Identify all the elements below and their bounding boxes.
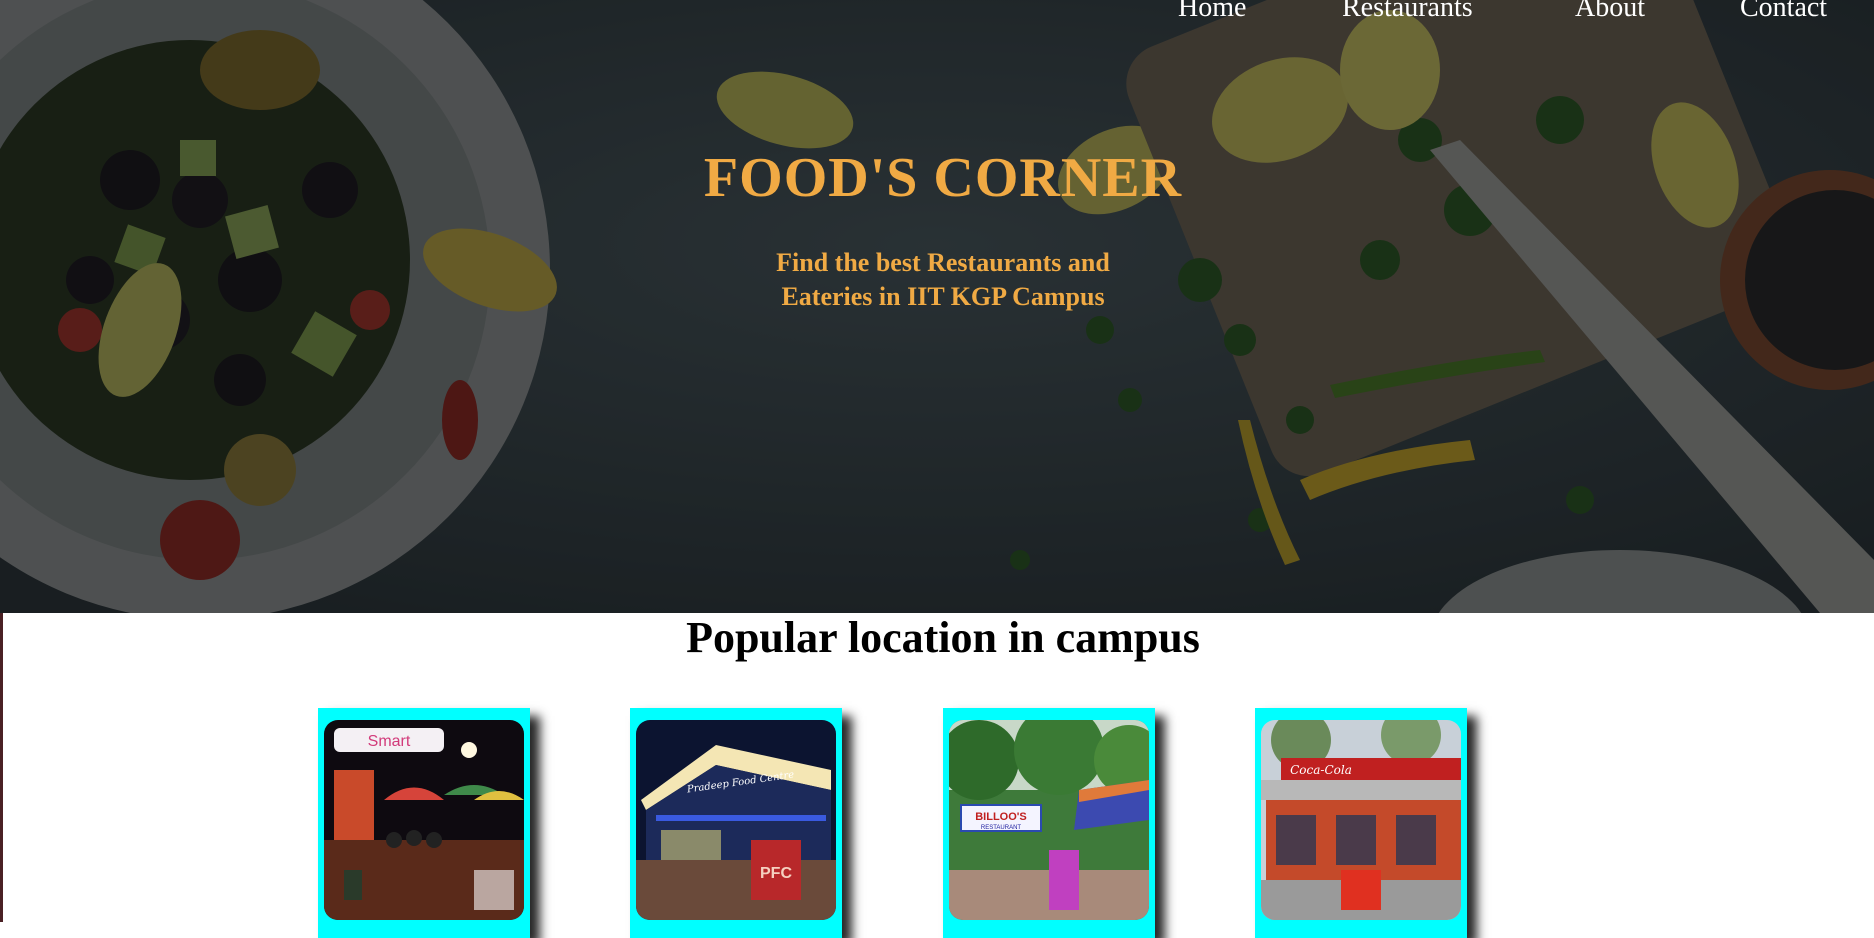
billoos-sign-text: BILLOO'S bbox=[975, 811, 1027, 823]
location-card-billoos[interactable]: BILLOO'S RESTAURANT bbox=[943, 708, 1155, 938]
pradeep-food-centre-photo: Pradeep Food Centre PFC bbox=[636, 720, 836, 920]
location-card-smart[interactable]: Smart bbox=[318, 708, 530, 938]
smart-sign-text: Smart bbox=[368, 733, 411, 750]
nav-link-about[interactable]: About bbox=[1575, 0, 1645, 24]
nav-link-contact[interactable]: Contact bbox=[1740, 0, 1827, 24]
location-card-cocacola[interactable]: Coca-Cola bbox=[1255, 708, 1467, 938]
billoos-sign-subtext: RESTAURANT bbox=[981, 825, 1022, 831]
billoos-restaurant-photo: BILLOO'S RESTAURANT bbox=[949, 720, 1149, 920]
nav-link-home[interactable]: Home bbox=[1178, 0, 1246, 24]
location-card-pfc[interactable]: Pradeep Food Centre PFC bbox=[630, 708, 842, 938]
hero-subtitle: Find the best Restaurants and Eateries i… bbox=[776, 248, 1110, 311]
popular-locations-heading: Popular location in campus bbox=[686, 613, 1200, 662]
cocacola-sign-text: Coca-Cola bbox=[1290, 763, 1352, 777]
roadside-restaurant-photo: Coca-Cola bbox=[1261, 720, 1461, 920]
site-title: FOOD'S CORNER bbox=[703, 147, 1183, 209]
pfc-badge-text: PFC bbox=[760, 865, 792, 882]
nav-link-restaurants[interactable]: Restaurants bbox=[1342, 0, 1473, 24]
smart-restaurant-photo: Smart bbox=[324, 720, 524, 920]
hero-banner: Home Restaurants About Contact FOOD'S CO… bbox=[0, 0, 1874, 613]
